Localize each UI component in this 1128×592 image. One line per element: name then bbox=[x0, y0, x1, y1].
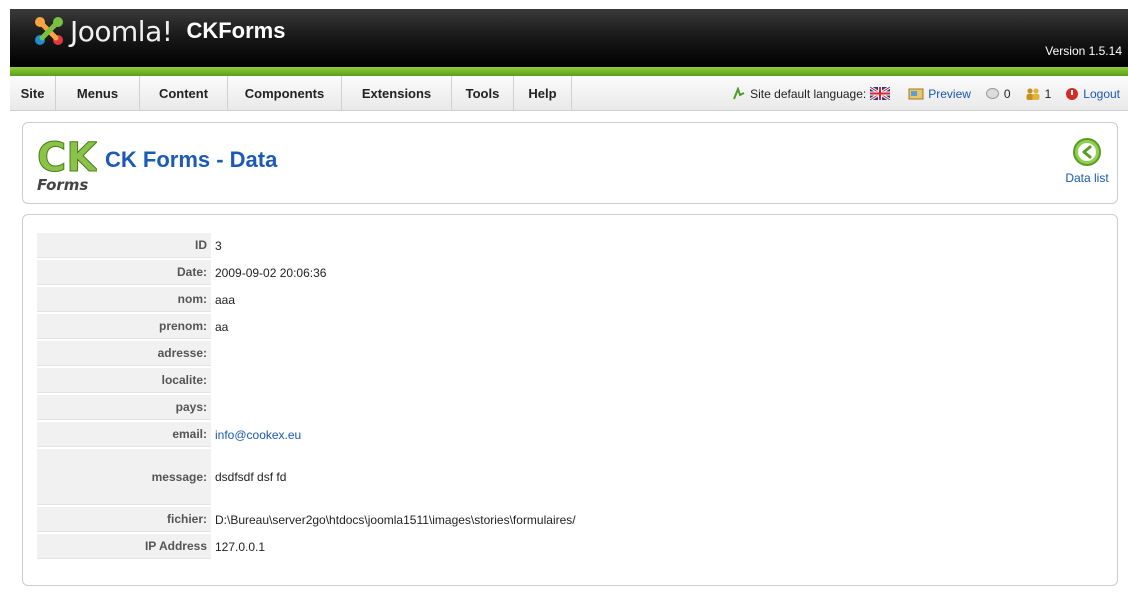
menu-extensions[interactable]: Extensions bbox=[342, 76, 452, 111]
email-link[interactable]: info@cookex.eu bbox=[215, 428, 301, 442]
page-title: CK Forms - Data bbox=[105, 147, 278, 172]
menu-content[interactable]: Content bbox=[140, 76, 228, 111]
joomla-logo[interactable]: Joomla! CKForms bbox=[30, 13, 285, 49]
menu-tools[interactable]: Tools bbox=[452, 76, 514, 111]
toolbar: CK Forms CK Forms - Data Data list bbox=[22, 122, 1118, 204]
table-row: IP Address 127.0.0.1 bbox=[37, 534, 576, 559]
table-row: pays: bbox=[37, 395, 576, 420]
details-panel: ID 3 Date: 2009-09-02 20:06:36 nom: aaa pre… bbox=[22, 214, 1118, 586]
details-table: ID 3 Date: 2009-09-02 20:06:36 nom: aaa pre… bbox=[37, 231, 576, 561]
users-icon bbox=[1026, 87, 1040, 100]
menu-components[interactable]: Components bbox=[228, 76, 342, 111]
field-label: fichier: bbox=[37, 507, 211, 532]
site-language: Site default language: bbox=[732, 86, 894, 101]
language-label: Site default language: bbox=[750, 86, 867, 101]
messages-count[interactable]: 0 bbox=[985, 87, 1011, 101]
data-list-label: Data list bbox=[1065, 171, 1109, 185]
field-value: 127.0.0.1 bbox=[215, 539, 266, 554]
data-list-button[interactable]: Data list bbox=[1063, 137, 1111, 185]
ckforms-logo-icon: CK Forms bbox=[37, 135, 98, 194]
table-row: Date: 2009-09-02 20:06:36 bbox=[37, 260, 576, 285]
version-label: Version 1.5.14 bbox=[1045, 44, 1122, 58]
field-value: 2009-09-02 20:06:36 bbox=[215, 265, 327, 280]
field-value bbox=[211, 395, 576, 420]
field-value: aaa bbox=[215, 292, 236, 307]
users-count-label: 1 bbox=[1044, 86, 1052, 101]
field-label: Date: bbox=[37, 260, 211, 285]
menu-site[interactable]: Site bbox=[10, 76, 56, 111]
joomla-logo-icon bbox=[35, 17, 63, 45]
field-label: nom: bbox=[37, 287, 211, 312]
app-title: CKForms bbox=[186, 18, 286, 43]
status-area: Site default language: Preview 0 1 Logou… bbox=[718, 76, 1120, 111]
field-label: pays: bbox=[37, 395, 211, 420]
logout-icon bbox=[1066, 87, 1079, 100]
table-row: adresse: bbox=[37, 341, 576, 366]
field-label: localite: bbox=[37, 368, 211, 393]
preview-label: Preview bbox=[928, 86, 971, 101]
field-value bbox=[211, 368, 576, 393]
table-row: nom: aaa bbox=[37, 287, 576, 312]
field-label: ID bbox=[37, 233, 211, 258]
table-row: prenom: aa bbox=[37, 314, 576, 339]
messages-icon bbox=[985, 87, 999, 99]
table-row: message: dsdfsdf dsf fd bbox=[37, 449, 576, 505]
joomla-brand: Joomla! bbox=[70, 14, 173, 48]
field-value: dsdfsdf dsf fd bbox=[215, 470, 287, 484]
table-row: ID 3 bbox=[37, 233, 576, 258]
green-divider bbox=[10, 67, 1128, 76]
back-arrow-icon bbox=[1073, 138, 1101, 166]
menu-menus[interactable]: Menus bbox=[56, 76, 140, 111]
field-value: 3 bbox=[215, 238, 222, 253]
field-value: aa bbox=[215, 319, 229, 334]
logout-label: Logout bbox=[1083, 86, 1120, 101]
messages-count-label: 0 bbox=[1003, 86, 1011, 101]
table-row: localite: bbox=[37, 368, 576, 393]
preview-link[interactable]: Preview bbox=[908, 87, 971, 101]
svg-text:Forms: Forms bbox=[37, 176, 88, 193]
logout-link[interactable]: Logout bbox=[1065, 87, 1120, 101]
users-count[interactable]: 1 bbox=[1025, 86, 1052, 101]
field-value bbox=[211, 341, 576, 366]
header-bar: Joomla! CKForms Version 1.5.14 bbox=[10, 9, 1128, 67]
table-row: email: info@cookex.eu bbox=[37, 422, 576, 447]
table-row: fichier: D:\Bureau\server2go\htdocs\jooml… bbox=[37, 507, 576, 532]
field-label: message: bbox=[37, 449, 211, 505]
preview-icon bbox=[908, 88, 924, 99]
field-label: prenom: bbox=[37, 314, 211, 339]
field-label: adresse: bbox=[37, 341, 211, 366]
main-menu: Site Menus Content Components Extensions… bbox=[10, 76, 1128, 111]
svg-text:CK: CK bbox=[37, 135, 97, 181]
language-icon bbox=[733, 86, 745, 99]
field-label: IP Address bbox=[37, 534, 211, 559]
field-value: D:\Bureau\server2go\htdocs\joomla1511\im… bbox=[215, 512, 576, 527]
menu-help[interactable]: Help bbox=[514, 76, 572, 111]
uk-flag-icon bbox=[870, 87, 891, 100]
field-label: email: bbox=[37, 422, 211, 447]
